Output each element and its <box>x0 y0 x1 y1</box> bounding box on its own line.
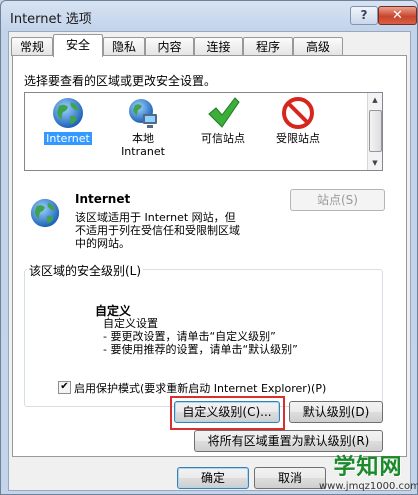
zone-local-intranet[interactable]: 本地 Intranet <box>108 96 178 158</box>
zone-label: Internet <box>44 132 92 145</box>
tab-advanced[interactable]: 高级 <box>293 37 343 56</box>
zone-label-line2: Intranet <box>121 145 165 158</box>
scroll-thumb[interactable] <box>369 110 382 152</box>
tab-privacy[interactable]: 隐私 <box>103 37 145 56</box>
watermark-logo: 学知网 www.jmqz1000.com <box>319 449 418 494</box>
level-desc-line: - 要更改设置，请单击“自定义级别” <box>103 330 276 343</box>
tab-strip: 常规 安全 隐私 内容 连接 程序 高级 <box>9 34 409 57</box>
security-level-group-title: 该区域的安全级别(L) <box>27 262 144 279</box>
level-desc-line: 自定义设置 <box>103 317 158 330</box>
title-bar[interactable]: Internet 选项 ? ✕ <box>1 1 417 31</box>
green-check-icon <box>206 96 240 130</box>
zone-desc-line: 该区域适用于 Internet 网站，但 <box>75 211 236 224</box>
tab-content[interactable]: 内容 <box>145 37 194 56</box>
watermark-brand: 学知网 <box>333 455 403 480</box>
zones-prompt: 选择要查看的区域或更改安全设置。 <box>24 74 217 88</box>
zone-info-description: 该区域适用于 Internet 网站，但 不适用于列在受信任和受限制区域 中的网… <box>75 211 240 250</box>
tab-connections[interactable]: 连接 <box>194 37 243 56</box>
zone-label: 受限站点 <box>276 132 320 145</box>
zone-desc-line: 不适用于列在受信任和受限制区域 <box>75 224 240 237</box>
scroll-down-arrow-icon[interactable]: ▼ <box>368 156 382 170</box>
zone-info-title: Internet <box>75 192 131 206</box>
help-button[interactable]: ? <box>350 6 378 25</box>
protected-mode-checkbox[interactable]: ✔ <box>58 381 71 394</box>
zone-restricted-sites[interactable]: 受限站点 <box>263 96 333 145</box>
zone-desc-line: 中的网站。 <box>75 237 130 250</box>
zone-label: 可信站点 <box>201 132 245 145</box>
watermark-url: www.jmqz1000.com <box>319 481 418 492</box>
close-button[interactable]: ✕ <box>378 6 417 25</box>
internet-options-dialog: Internet 选项 ? ✕ 常规 安全 隐私 内容 连接 程序 高级 选择要… <box>0 0 418 495</box>
protected-mode-label[interactable]: 启用保护模式(要求重新启动 Internet Explorer)(P) <box>74 380 326 396</box>
tab-programs[interactable]: 程序 <box>243 37 293 56</box>
sites-button[interactable]: 站点(S) <box>290 189 385 211</box>
scroll-up-arrow-icon[interactable]: ▲ <box>368 93 382 107</box>
ok-button[interactable]: 确定 <box>177 467 249 489</box>
zone-info-globe-icon <box>29 197 61 229</box>
security-level-description: 自定义设置 - 要更改设置，请单击“自定义级别” - 要使用推荐的设置，请单击“… <box>103 317 298 356</box>
cancel-button[interactable]: 取消 <box>254 467 326 489</box>
red-no-entry-icon <box>281 96 315 130</box>
window-title: Internet 选项 <box>10 12 92 27</box>
network-globe-icon <box>126 96 160 130</box>
default-level-button[interactable]: 默认级别(D) <box>289 401 383 423</box>
zone-internet[interactable]: Internet <box>33 96 103 145</box>
zone-list-scrollbar[interactable]: ▲ ▼ <box>367 93 382 170</box>
level-desc-line: - 要使用推荐的设置，请单击“默认级别” <box>103 343 298 356</box>
zone-label-line1: 本地 <box>132 132 154 145</box>
tab-security[interactable]: 安全 <box>53 34 103 57</box>
dialog-client-area: 常规 安全 隐私 内容 连接 程序 高级 选择要查看的区域或更改安全设置。 In… <box>8 31 411 491</box>
zone-list: Internet 本地 Intranet 可信站点 受限站点 ▲ ▼ <box>24 92 383 171</box>
annotation-highlight-box <box>170 396 285 430</box>
security-tab-panel: 选择要查看的区域或更改安全设置。 Internet 本地 Intranet 可信… <box>12 55 407 457</box>
zone-trusted-sites[interactable]: 可信站点 <box>188 96 258 145</box>
tab-general[interactable]: 常规 <box>11 37 53 56</box>
globe-icon <box>51 96 85 130</box>
